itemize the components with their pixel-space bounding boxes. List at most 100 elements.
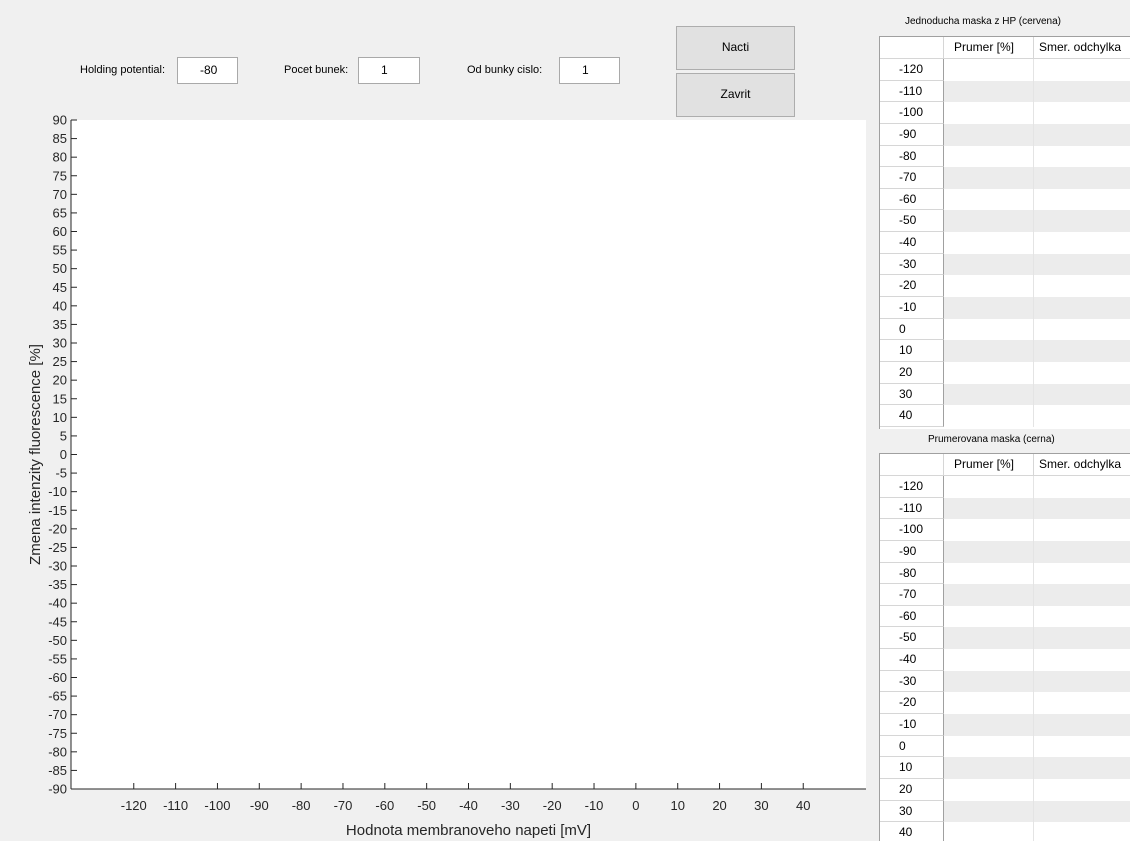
table-row[interactable]: -120 <box>880 476 1130 498</box>
x-tick-label: -110 <box>163 798 188 813</box>
row-header: -60 <box>880 605 944 628</box>
table-cell[interactable] <box>944 757 1034 779</box>
table-row[interactable]: 0 <box>880 318 1130 341</box>
y-tick-label: 5 <box>60 428 67 443</box>
table-row[interactable]: 10 <box>880 757 1130 779</box>
table-red[interactable]: Prumer [%] Smer. odchylka -120 -110 -100 -9… <box>879 36 1130 429</box>
table-row[interactable]: -50 <box>880 210 1130 233</box>
table-row[interactable]: 20 <box>880 361 1130 384</box>
x-tick-label: 30 <box>754 798 768 813</box>
table-cell[interactable] <box>944 822 1034 841</box>
table-row[interactable]: -10 <box>880 297 1130 319</box>
table-cell[interactable] <box>944 800 1034 823</box>
table-row[interactable]: -70 <box>880 584 1130 606</box>
table-cell[interactable] <box>944 405 1034 427</box>
table-row[interactable]: 30 <box>880 383 1130 406</box>
y-tick-label: -35 <box>48 577 67 592</box>
y-tick-label: 40 <box>53 298 67 313</box>
table-cell[interactable] <box>944 361 1034 384</box>
row-header: -50 <box>880 627 944 650</box>
table-cell[interactable] <box>944 318 1034 341</box>
x-tick-label: -10 <box>585 798 604 813</box>
table-row[interactable]: -50 <box>880 627 1130 650</box>
table-cell[interactable] <box>944 562 1034 585</box>
x-tick-label: -40 <box>459 798 478 813</box>
table-cell[interactable] <box>944 123 1034 146</box>
row-header: -90 <box>880 540 944 563</box>
table-cell[interactable] <box>944 519 1034 541</box>
row-header: -10 <box>880 297 944 319</box>
table-row[interactable]: -110 <box>880 497 1130 520</box>
table-cell[interactable] <box>944 102 1034 124</box>
table-row[interactable]: 40 <box>880 822 1130 841</box>
table-row[interactable]: -40 <box>880 649 1130 671</box>
table-row[interactable]: -110 <box>880 80 1130 103</box>
table-cell[interactable] <box>944 584 1034 606</box>
table-row[interactable]: -80 <box>880 562 1130 585</box>
y-tick-label: -10 <box>48 484 67 499</box>
table-cell[interactable] <box>944 670 1034 693</box>
table-cell[interactable] <box>944 210 1034 233</box>
table-row[interactable]: -90 <box>880 123 1130 146</box>
table-row[interactable]: -20 <box>880 692 1130 715</box>
table-cell[interactable] <box>944 778 1034 801</box>
table-row[interactable]: 10 <box>880 340 1130 362</box>
table-cell[interactable] <box>944 627 1034 650</box>
y-tick-label: -55 <box>48 651 67 666</box>
table-cell[interactable] <box>944 253 1034 276</box>
x-tick-label: -20 <box>543 798 562 813</box>
table-cell[interactable] <box>944 605 1034 628</box>
table-cell[interactable] <box>944 340 1034 362</box>
table-cell[interactable] <box>944 497 1034 520</box>
table-row[interactable]: -70 <box>880 167 1130 189</box>
table-row[interactable]: 20 <box>880 778 1130 801</box>
table-cell[interactable] <box>944 714 1034 736</box>
table-black-body: -120 -110 -100 -90 -80 -70 -60 -50 -40 -30 -20 -10 0… <box>880 476 1130 841</box>
table-row[interactable]: -30 <box>880 253 1130 276</box>
table-row[interactable]: -40 <box>880 232 1130 254</box>
x-tick-label: -100 <box>204 798 230 813</box>
table-row[interactable]: 0 <box>880 735 1130 758</box>
row-header: -50 <box>880 210 944 233</box>
table-row[interactable]: -10 <box>880 714 1130 736</box>
y-tick-label: 80 <box>53 150 67 165</box>
table-cell[interactable] <box>944 297 1034 319</box>
table-cell[interactable] <box>944 145 1034 168</box>
y-tick-label: -65 <box>48 689 67 704</box>
table-row[interactable]: -20 <box>880 275 1130 298</box>
row-header: -80 <box>880 145 944 168</box>
table-cell[interactable] <box>944 167 1034 189</box>
x-tick-label: 40 <box>796 798 810 813</box>
table-row[interactable]: -60 <box>880 605 1130 628</box>
row-header: -100 <box>880 519 944 541</box>
table-cell[interactable] <box>944 232 1034 254</box>
y-tick-label: -80 <box>48 744 67 759</box>
table-row[interactable]: 30 <box>880 800 1130 823</box>
y-tick-label: -20 <box>48 521 67 536</box>
y-tick-label: 10 <box>53 410 67 425</box>
table-cell[interactable] <box>944 383 1034 406</box>
row-header: -60 <box>880 188 944 211</box>
table-cell[interactable] <box>944 476 1034 498</box>
table-row[interactable]: -120 <box>880 59 1130 81</box>
y-tick-label: 35 <box>53 317 67 332</box>
row-header: -10 <box>880 714 944 736</box>
table-row[interactable]: -60 <box>880 188 1130 211</box>
table-row[interactable]: -100 <box>880 102 1130 124</box>
table-row[interactable]: -80 <box>880 145 1130 168</box>
table-cell[interactable] <box>944 735 1034 758</box>
table-cell[interactable] <box>944 649 1034 671</box>
table-cell[interactable] <box>944 692 1034 715</box>
table-cell[interactable] <box>944 540 1034 563</box>
table-row[interactable]: -30 <box>880 670 1130 693</box>
table-cell[interactable] <box>944 59 1034 81</box>
table-cell[interactable] <box>944 80 1034 103</box>
table-black[interactable]: Prumer [%] Smer. odchylka -120 -110 -100 -9… <box>879 453 1130 841</box>
table-cell[interactable] <box>944 275 1034 298</box>
table-row[interactable]: 40 <box>880 405 1130 427</box>
table-cell[interactable] <box>944 188 1034 211</box>
table-row[interactable]: -90 <box>880 540 1130 563</box>
table-row[interactable]: -100 <box>880 519 1130 541</box>
x-tick-label: -70 <box>334 798 353 813</box>
row-header: -20 <box>880 275 944 298</box>
